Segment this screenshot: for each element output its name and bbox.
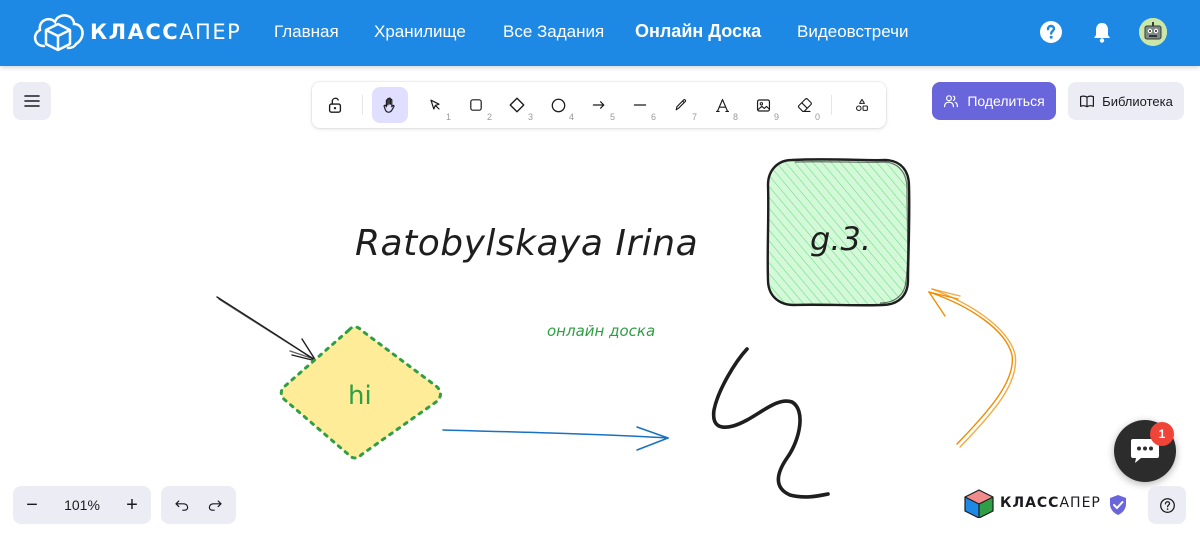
help-button[interactable] [1148, 486, 1186, 524]
undo-button[interactable] [167, 490, 197, 520]
history-controls [161, 486, 236, 524]
canvas-drawing: Ratobylskaya Irina g.3. онлайн доска hi [216, 158, 1017, 499]
brand-cube-icon [964, 489, 994, 518]
caption-text[interactable]: онлайн доска [547, 322, 655, 340]
bell-icon[interactable] [1090, 20, 1114, 44]
zoom-out-button[interactable]: − [13, 486, 51, 524]
shield-check-icon[interactable] [1108, 494, 1128, 516]
top-navigation: КЛАССАПЕР Главная Хранилище Все Задания … [0, 0, 1200, 66]
nav-home[interactable]: Главная [274, 22, 339, 42]
nav-online-board[interactable]: Онлайн Доска [635, 21, 761, 42]
orange-arrow[interactable] [928, 288, 1017, 448]
black-arrow[interactable] [216, 296, 317, 362]
app-root: КЛАССАПЕР Главная Хранилище Все Задания … [0, 0, 1200, 536]
canvas-title-text[interactable]: Ratobylskaya Irina [355, 223, 698, 264]
logo-cube-icon [33, 14, 84, 52]
question-icon [1159, 497, 1175, 513]
redo-icon [209, 500, 222, 511]
freehand-stroke[interactable] [711, 347, 830, 499]
help-icon[interactable] [1039, 20, 1063, 44]
logo[interactable]: КЛАССАПЕР [30, 8, 241, 56]
box-text[interactable]: g.3. [810, 220, 871, 258]
whiteboard-canvas[interactable]: Ratobylskaya Irina g.3. онлайн доска hi [0, 66, 1200, 536]
chat-notification-badge: 1 [1150, 422, 1174, 446]
blue-arrow[interactable] [442, 426, 669, 451]
zoom-reset-button[interactable]: 101% [51, 497, 113, 513]
undo-icon [175, 500, 188, 511]
nav-video-meetings[interactable]: Видеовстречи [797, 22, 909, 42]
redo-button[interactable] [200, 490, 230, 520]
avatar-robot-icon [1139, 18, 1167, 46]
nav-all-tasks[interactable]: Все Задания [503, 22, 604, 42]
diamond-text[interactable]: hi [348, 381, 372, 411]
avatar[interactable] [1139, 18, 1167, 46]
nav-storage[interactable]: Хранилище [374, 22, 466, 42]
brand-bottom-text: КЛАССАПЕР [1000, 495, 1101, 511]
zoom-in-button[interactable]: + [113, 486, 151, 524]
brand-bottom: КЛАССАПЕР [962, 488, 1101, 518]
zoom-controls: − 101% + [13, 486, 151, 524]
logo-text: КЛАССАПЕР [90, 20, 242, 44]
